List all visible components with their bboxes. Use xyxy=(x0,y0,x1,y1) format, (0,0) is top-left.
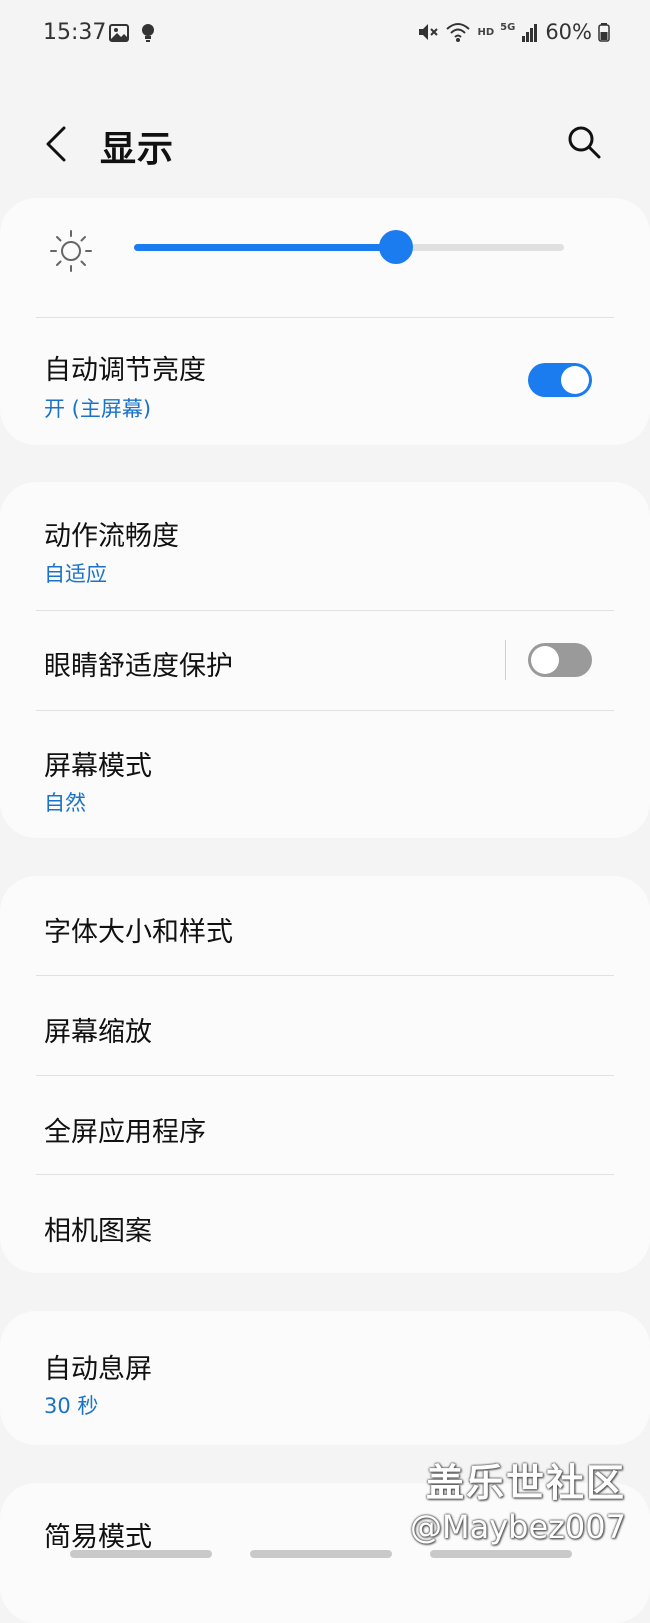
screen-timeout-card[interactable]: 自动息屏 30 秒 xyxy=(0,1311,650,1445)
search-icon[interactable] xyxy=(566,124,602,160)
auto-brightness-title: 自动调节亮度 xyxy=(44,355,206,386)
brightness-slider-thumb[interactable] xyxy=(379,230,413,264)
image-icon xyxy=(109,24,129,42)
battery-percent: 60% xyxy=(545,20,592,44)
divider xyxy=(36,317,614,318)
display-options-card: 动作流畅度 自适应 眼睛舒适度保护 屏幕模式 自然 xyxy=(0,482,650,838)
page-title: 显示 xyxy=(100,129,175,170)
5g-indicator: 5G xyxy=(500,21,516,33)
screen-timeout-subtitle: 30 秒 xyxy=(44,1394,99,1418)
auto-brightness-toggle[interactable] xyxy=(528,363,592,397)
divider xyxy=(36,1075,614,1076)
mute-icon xyxy=(419,24,439,40)
toggle-knob xyxy=(561,366,589,394)
chevron-left-icon[interactable] xyxy=(40,122,74,166)
watermark-user: @Maybez007 xyxy=(409,1508,626,1546)
watermark-brand: 盖乐世社区 xyxy=(425,1461,626,1505)
screen-mode-title: 屏幕模式 xyxy=(44,751,152,782)
nav-home-handle[interactable] xyxy=(250,1550,392,1558)
bulb-icon xyxy=(142,24,154,42)
screen-zoom-item[interactable]: 屏幕缩放 xyxy=(44,1010,152,1049)
brightness-card: 自动调节亮度 开 (主屏幕) xyxy=(0,198,650,445)
font-size-style-item[interactable]: 字体大小和样式 xyxy=(44,910,233,949)
divider xyxy=(36,1174,614,1175)
brightness-slider[interactable] xyxy=(134,230,564,264)
eye-comfort-toggle[interactable] xyxy=(528,643,592,677)
toggle-knob xyxy=(531,646,559,674)
eye-comfort-title: 眼睛舒适度保护 xyxy=(44,651,233,682)
status-left-icons xyxy=(108,22,158,44)
divider xyxy=(36,610,614,611)
battery-icon xyxy=(598,23,610,42)
divider xyxy=(36,975,614,976)
screen-timeout-title: 自动息屏 xyxy=(44,1354,152,1385)
hd-indicator: HD xyxy=(477,26,495,38)
screen-mode-subtitle: 自然 xyxy=(44,791,86,815)
signal-icon xyxy=(522,24,538,42)
brightness-slider-fill xyxy=(134,244,396,251)
easy-mode-title: 简易模式 xyxy=(44,1522,152,1553)
status-time: 15:37 xyxy=(43,20,107,45)
camera-cutout-item[interactable]: 相机图案 xyxy=(44,1209,152,1248)
auto-brightness-subtitle: 开 (主屏幕) xyxy=(44,397,152,421)
nav-back-handle[interactable] xyxy=(430,1550,572,1558)
nav-recents-handle[interactable] xyxy=(70,1550,212,1558)
wifi-icon xyxy=(446,23,471,42)
divider xyxy=(36,710,614,711)
status-right: HD 5G 60% xyxy=(417,20,610,44)
vertical-separator xyxy=(505,640,506,680)
motion-smoothness-subtitle: 自适应 xyxy=(44,562,107,586)
motion-smoothness-title: 动作流畅度 xyxy=(44,521,179,552)
full-screen-apps-item[interactable]: 全屏应用程序 xyxy=(44,1110,206,1149)
sun-icon xyxy=(50,230,92,272)
font-zoom-card: 字体大小和样式 屏幕缩放 全屏应用程序 相机图案 xyxy=(0,876,650,1273)
